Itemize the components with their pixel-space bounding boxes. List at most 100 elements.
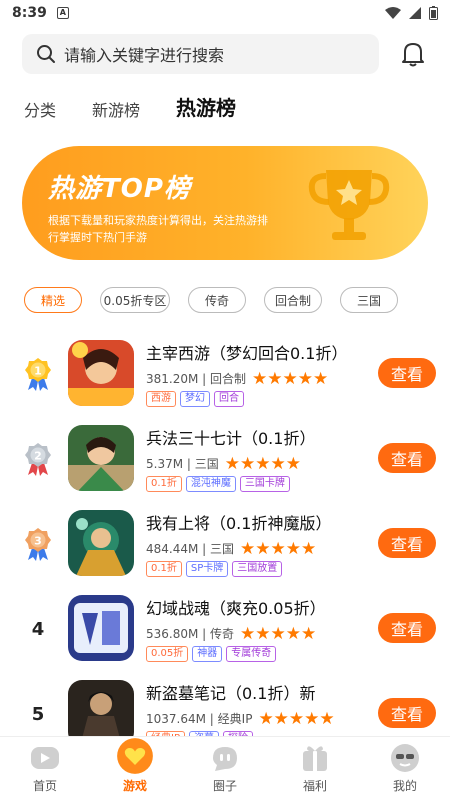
notification-icon: A bbox=[56, 7, 69, 19]
chip-legend[interactable]: 传奇 bbox=[188, 287, 246, 313]
game-info: 幻域战魂（爽充0.05折） 536.80M | 传奇 ★★★★★ 0.05折 神… bbox=[146, 595, 366, 662]
hot-top-banner: 热游TOP榜 根据下载量和玩家热度计算得出，关注热游排行掌握时下热门手游 bbox=[22, 146, 428, 260]
status-bar: 8:39 A bbox=[0, 0, 450, 26]
game-genre: 回合制 bbox=[210, 372, 247, 386]
game-name: 幻域战魂（爽充0.05折） bbox=[146, 599, 326, 618]
game-tag: 回合 bbox=[214, 391, 244, 407]
game-genre: 经典IP bbox=[217, 712, 253, 726]
game-tags: 0.05折 神器 专属传奇 bbox=[146, 646, 366, 662]
game-size: 536.80M bbox=[146, 626, 199, 641]
chip-featured[interactable]: 精选 bbox=[24, 287, 82, 313]
view-button[interactable]: 查看 bbox=[378, 613, 436, 643]
chip-discount-zone[interactable]: 0.05折专区 bbox=[100, 287, 170, 313]
view-button[interactable]: 查看 bbox=[378, 528, 436, 558]
game-icon-2[interactable] bbox=[68, 425, 134, 491]
rating-stars: ★★★★★ bbox=[258, 708, 335, 729]
list-item[interactable]: 4 幻域战魂（爽充0.05折） 536.80M | 传奇 ★★★★★ 0.05折… bbox=[0, 591, 450, 663]
nav-welfare-label: 福利 bbox=[302, 779, 327, 793]
wifi-icon bbox=[385, 7, 401, 19]
nav-home-label: 首页 bbox=[32, 779, 57, 793]
battery-icon bbox=[429, 6, 438, 20]
nav-mine[interactable]: 我的 bbox=[360, 737, 450, 800]
rating-stars: ★★★★★ bbox=[224, 453, 301, 474]
game-meta: 1037.64M | 经典IP ★★★★★ bbox=[146, 708, 335, 729]
chip-three-kingdoms[interactable]: 三国 bbox=[340, 287, 398, 313]
game-genre: 传奇 bbox=[210, 627, 235, 641]
game-size: 381.20M bbox=[146, 371, 199, 386]
game-size: 484.44M bbox=[146, 541, 199, 556]
game-tag: 专属传奇 bbox=[226, 646, 277, 662]
game-tag: 三国放置 bbox=[232, 561, 283, 577]
chip-turn-based[interactable]: 回合制 bbox=[264, 287, 322, 313]
game-genre: 三国 bbox=[194, 457, 219, 471]
rating-stars: ★★★★★ bbox=[252, 368, 329, 389]
game-icon-1[interactable] bbox=[68, 340, 134, 406]
game-size: 1037.64M bbox=[146, 711, 206, 726]
game-tag: 三国卡牌 bbox=[239, 476, 290, 492]
rank-number: 4 bbox=[31, 618, 45, 640]
search-input[interactable]: 请输入关键字进行搜索 bbox=[22, 34, 379, 74]
game-tag: 神器 bbox=[192, 646, 223, 662]
nav-welfare[interactable]: 福利 bbox=[270, 737, 360, 800]
circle-chat-icon bbox=[213, 747, 237, 771]
tab-new-games[interactable]: 新游榜 bbox=[92, 97, 140, 121]
rating-stars: ★★★★★ bbox=[240, 538, 317, 559]
search-row: 请输入关键字进行搜索 bbox=[22, 34, 428, 74]
game-meta: 381.20M | 回合制 ★★★★★ bbox=[146, 368, 329, 389]
game-info: 我有上将（0.1折神魔版） 484.44M | 三国 ★★★★★ 0.1折 SP… bbox=[146, 510, 366, 577]
bottom-nav: 首页 游戏 圈子 福利 我的 bbox=[0, 736, 450, 800]
game-name: 我有上将（0.1折神魔版） bbox=[146, 514, 332, 533]
game-meta: 484.44M | 三国 ★★★★★ bbox=[146, 538, 317, 559]
game-name: 新盗墓笔记（0.1折）新 bbox=[146, 684, 316, 703]
svg-text:1: 1 bbox=[34, 365, 42, 378]
game-tag: 梦幻 bbox=[180, 391, 210, 407]
rank-bronze-medal-icon: 3 bbox=[22, 526, 54, 562]
rank-number: 5 bbox=[31, 703, 45, 725]
svg-text:3: 3 bbox=[34, 535, 42, 548]
game-name: 主宰西游（梦幻回合0.1折） bbox=[146, 344, 348, 363]
gift-icon bbox=[303, 746, 327, 771]
nav-circle[interactable]: 圈子 bbox=[180, 737, 270, 800]
list-item[interactable]: 2 兵法三十七计（0.1折） 5.37M | 三国 ★★★★★ 0.1折 混沌神… bbox=[0, 421, 450, 493]
game-meta: 536.80M | 传奇 ★★★★★ bbox=[146, 623, 317, 644]
view-button[interactable]: 查看 bbox=[378, 358, 436, 388]
game-name: 兵法三十七计（0.1折） bbox=[146, 429, 316, 448]
view-button[interactable]: 查看 bbox=[378, 443, 436, 473]
game-genre: 三国 bbox=[210, 542, 235, 556]
banner-title: 热游TOP榜 bbox=[48, 174, 191, 204]
game-tags: 0.1折 混沌神魔 三国卡牌 bbox=[146, 476, 366, 492]
list-item[interactable]: 3 我有上将（0.1折神魔版） 484.44M | 三国 ★★★★★ 0.1折 … bbox=[0, 506, 450, 578]
top-tabs: 分类 新游榜 热游榜 bbox=[24, 92, 272, 123]
search-icon bbox=[37, 45, 55, 63]
svg-text:2: 2 bbox=[34, 450, 42, 463]
trophy-icon bbox=[308, 170, 390, 240]
game-tag: 0.1折 bbox=[146, 476, 182, 492]
rank-gold-medal-icon: 1 bbox=[22, 356, 54, 392]
game-icon-4[interactable] bbox=[68, 595, 134, 661]
tab-hot-games[interactable]: 热游榜 bbox=[164, 92, 249, 123]
game-tags: 0.1折 SP卡牌 三国放置 bbox=[146, 561, 366, 577]
tab-category[interactable]: 分类 bbox=[24, 97, 56, 121]
game-size: 5.37M bbox=[146, 456, 184, 471]
nav-home[interactable]: 首页 bbox=[0, 737, 90, 800]
game-tag: 0.1折 bbox=[146, 561, 182, 577]
rank-silver-medal-icon: 2 bbox=[22, 441, 54, 477]
profile-sunglasses-icon bbox=[391, 744, 419, 772]
game-tag: 混沌神魔 bbox=[185, 476, 236, 492]
game-meta: 5.37M | 三国 ★★★★★ bbox=[146, 453, 301, 474]
nav-games[interactable]: 游戏 bbox=[90, 737, 180, 800]
nav-mine-label: 我的 bbox=[392, 779, 417, 793]
rating-stars: ★★★★★ bbox=[240, 623, 317, 644]
banner-description: 根据下载量和玩家热度计算得出，关注热游排行掌握时下热门手游 bbox=[48, 214, 268, 244]
list-item[interactable]: 1 主宰西游（梦幻回合0.1折） 381.20M | 回合制 ★★★★★ 西游 … bbox=[0, 336, 450, 408]
status-time: 8:39 bbox=[12, 5, 47, 21]
bell-icon[interactable] bbox=[398, 39, 428, 69]
game-icon-3[interactable] bbox=[68, 510, 134, 576]
game-tag: SP卡牌 bbox=[185, 561, 229, 577]
search-placeholder: 请输入关键字进行搜索 bbox=[64, 46, 225, 65]
signal-icon bbox=[409, 7, 421, 19]
game-tags: 西游 梦幻 回合 bbox=[146, 391, 366, 407]
view-button[interactable]: 查看 bbox=[378, 698, 436, 728]
game-tag: 西游 bbox=[146, 391, 176, 407]
games-heart-icon bbox=[117, 738, 153, 774]
